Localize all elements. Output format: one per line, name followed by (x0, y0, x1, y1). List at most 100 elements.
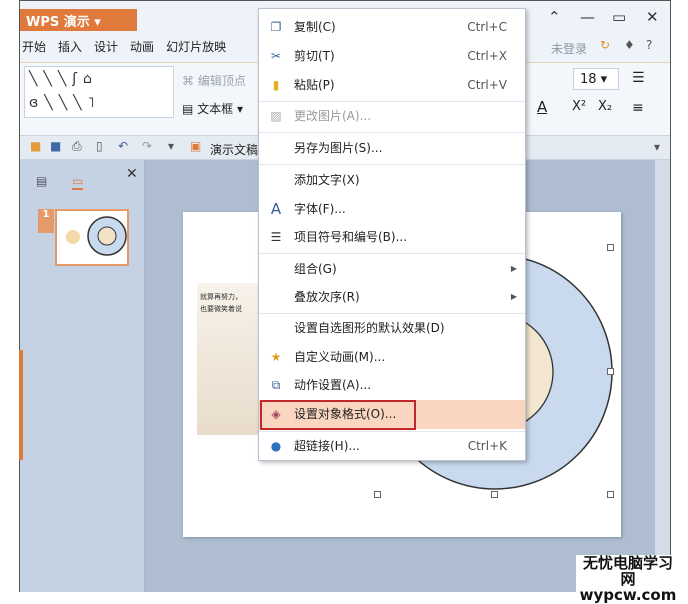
menu-item-cut[interactable]: ✂ 剪切(T) Ctrl+X (259, 43, 525, 69)
menu-item-add-text[interactable]: 添加文字(X) (259, 167, 525, 193)
menu-separator (259, 313, 525, 314)
toolbar-options-icon[interactable]: ▾ (654, 140, 660, 154)
menu-item-format-object[interactable]: ◈ 设置对象格式(O)... (259, 400, 525, 430)
menu-separator (259, 101, 525, 102)
chevron-down-icon: ▾ (94, 15, 101, 30)
resize-handle[interactable] (491, 491, 498, 498)
font-size-value: 18 (580, 72, 597, 87)
menu-separator (259, 164, 525, 165)
document-tab[interactable]: 演示文稿 (210, 141, 258, 158)
resize-handle[interactable] (607, 491, 614, 498)
save-icon[interactable]: ■ (50, 139, 61, 153)
menu-label: 剪切(T) (294, 49, 335, 63)
submenu-arrow-icon: ▶ (510, 264, 517, 273)
menu-item-action-settings[interactable]: ⧉ 动作设置(A)... (259, 372, 525, 398)
panel-close-button[interactable]: ✕ (126, 166, 138, 182)
menu-item-bullets[interactable]: ☰ 项目符号和编号(B)... (259, 224, 525, 250)
menu-separator (259, 132, 525, 133)
vertical-scrollbar[interactable] (655, 160, 670, 592)
cartoon-picture[interactable]: 就算再努力， 也要微笑着说 (197, 283, 262, 435)
font-size-select[interactable]: 18 ▾ (573, 68, 619, 90)
edit-points-label: 编辑顶点 (197, 74, 246, 88)
menu-item-paste[interactable]: ▮ 粘贴(P) Ctrl+V (259, 72, 525, 98)
context-menu: ❐ 复制(C) Ctrl+C ✂ 剪切(T) Ctrl+X ▮ 粘贴(P) Ctrl+V ▨… (258, 8, 526, 461)
align-left-icon[interactable]: ≡ (632, 100, 644, 116)
preview-icon[interactable]: ▯ (96, 139, 103, 153)
thumbnail-preview-icon (66, 216, 127, 256)
menu-item-save-as-picture[interactable]: 另存为图片(S)... (259, 135, 525, 161)
close-button[interactable]: ✕ (646, 8, 659, 26)
refresh-icon[interactable]: ↻ (600, 38, 610, 52)
menu-tabs: 开始 插入 设计 动画 幻灯片放映 (22, 38, 238, 55)
menu-separator (259, 253, 525, 254)
print-icon[interactable]: ⎙ (72, 139, 82, 154)
animation-icon: ★ (270, 350, 282, 364)
menu-shortcut: Ctrl+V (467, 78, 507, 92)
menu-separator (259, 431, 525, 432)
line-shapes-icon: ╲╲╲ʃ⌂ ɞ╲╲╲˥ (29, 71, 101, 111)
menu-item-group[interactable]: 组合(G) ▶ (259, 256, 525, 282)
scissors-icon: ✂ (270, 49, 282, 63)
app-title: WPS 演示 (26, 15, 90, 30)
menu-label: 超链接(H)... (294, 439, 360, 453)
resize-handle[interactable] (607, 368, 614, 375)
outline-tab-icon[interactable]: ▤ (36, 174, 47, 188)
slide-number-badge: 1 (38, 209, 54, 233)
slides-tab-icon[interactable]: ▭ (72, 174, 84, 190)
textbox-button[interactable]: ▤ 文本框 ▾ (182, 100, 243, 117)
menu-label: 更改图片(A)... (294, 109, 372, 123)
help-button[interactable]: ? (646, 38, 652, 52)
watermark-line-1: 无忧电脑学习网 (582, 554, 673, 588)
panel-splitter[interactable] (19, 350, 23, 460)
tab-insert[interactable]: 插入 (58, 40, 82, 54)
login-link[interactable]: 未登录 (551, 40, 587, 57)
undo-icon[interactable]: ↶ (118, 139, 128, 153)
menu-label: 设置自选图形的默认效果(D) (294, 321, 445, 335)
shape-gallery[interactable]: ╲╲╲ʃ⌂ ɞ╲╲╲˥ (24, 66, 174, 118)
menu-item-copy[interactable]: ❐ 复制(C) Ctrl+C (259, 14, 525, 40)
open-icon[interactable]: ■ (30, 139, 41, 153)
picture-icon: ▨ (270, 109, 282, 123)
minimize-button[interactable]: — (580, 8, 595, 26)
tab-animation[interactable]: 动画 (130, 40, 154, 54)
document-icon: ▣ (190, 139, 202, 153)
app-menu-button[interactable]: WPS 演示 ▾ (20, 9, 137, 31)
edit-points-button[interactable]: ⌘ 编辑顶点 (182, 72, 246, 89)
tab-design[interactable]: 设计 (94, 40, 118, 54)
menu-label: 动作设置(A)... (294, 378, 372, 392)
menu-label: 粘贴(P) (294, 78, 335, 92)
bullets-icon[interactable]: ☰ (632, 70, 645, 86)
menu-label: 自定义动画(M)... (294, 350, 386, 364)
menu-label: 另存为图片(S)... (294, 141, 383, 155)
tab-home[interactable]: 开始 (22, 40, 46, 54)
menu-item-custom-animation[interactable]: ★ 自定义动画(M)... (259, 344, 525, 370)
font-color-button[interactable]: A (537, 98, 547, 116)
menu-item-order[interactable]: 叠放次序(R) ▶ (259, 284, 525, 310)
globe-link-icon: ● (270, 439, 282, 453)
resize-handle[interactable] (374, 491, 381, 498)
picture-caption-1: 就算再努力， (200, 293, 242, 301)
resize-handle[interactable] (607, 244, 614, 251)
format-object-icon: ◈ (271, 407, 281, 421)
menu-label: 组合(G) (294, 262, 337, 276)
menu-shortcut: Ctrl+X (467, 49, 507, 63)
menu-item-default-effect[interactable]: 设置自选图形的默认效果(D) (259, 315, 525, 341)
slide-thumbnail[interactable] (55, 209, 129, 266)
menu-label: 叠放次序(R) (294, 290, 360, 304)
chevron-down-icon[interactable]: ▾ (168, 139, 174, 153)
menu-item-hyperlink[interactable]: ● 超链接(H)... Ctrl+K (259, 433, 525, 459)
menu-shortcut: Ctrl+C (467, 20, 507, 34)
font-icon: A (270, 200, 282, 218)
tab-slideshow[interactable]: 幻灯片放映 (166, 40, 226, 54)
skin-icon[interactable]: ♦ (624, 38, 635, 52)
menu-item-font[interactable]: A 字体(F)... (259, 196, 525, 222)
maximize-button[interactable]: ▭ (612, 8, 626, 26)
picture-caption-2: 也要微笑着说 (200, 305, 242, 313)
subscript-button[interactable]: X₂ (598, 99, 612, 114)
superscript-button[interactable]: X² (572, 99, 586, 114)
menu-shortcut: Ctrl+K (467, 439, 507, 453)
ribbon-collapse-button[interactable]: ⌃ (548, 8, 561, 26)
menu-label: 项目符号和编号(B)... (294, 230, 408, 244)
redo-icon[interactable]: ↷ (142, 139, 152, 153)
menu-label: 复制(C) (294, 20, 336, 34)
